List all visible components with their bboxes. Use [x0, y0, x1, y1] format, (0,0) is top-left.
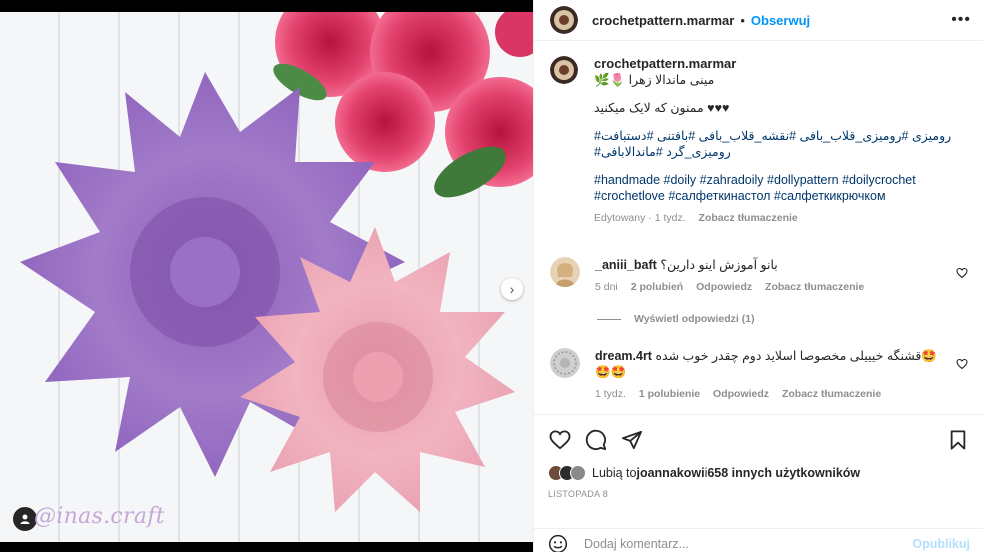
see-translation-link[interactable]: Zobacz tłumaczenie — [765, 281, 864, 293]
caption-line-1: مینی ماندالا زهرا 🌷🌿 — [594, 73, 715, 87]
commenter-avatar[interactable] — [550, 348, 580, 378]
follow-button[interactable]: Obserwuj — [751, 13, 810, 28]
comment-text-continued: 🤩🤩 — [595, 365, 627, 379]
comment-icon[interactable] — [584, 429, 608, 451]
caption-edited-time: Edytowany · 1 tydz. — [594, 212, 686, 224]
comment-time: 5 dni — [595, 281, 618, 293]
publish-button[interactable]: Opublikuj — [912, 537, 970, 551]
divider-line — [597, 318, 621, 320]
watermark-text: @inas.craft — [34, 504, 165, 529]
avatar — [570, 465, 586, 481]
liker-avatars[interactable] — [548, 465, 586, 481]
liker-username[interactable]: joannakowi — [636, 466, 704, 480]
post-photo[interactable]: › — [0, 12, 533, 542]
share-icon[interactable] — [620, 429, 644, 451]
post-date: LISTOPADA 8 — [548, 489, 608, 499]
caption-hashtags-en-1[interactable]: #handmade #doily #zahradoily #dollypatte… — [594, 172, 954, 188]
post-media: › @inas.craft — [0, 0, 533, 552]
author-username[interactable]: crochetpattern.marmar — [592, 13, 734, 28]
heart-icon[interactable] — [956, 358, 968, 373]
caption-hashtags-fa-1[interactable]: رومیزی #رومیزی_قلاب_بافی #نقشه_قلاب_بافی… — [594, 128, 954, 144]
comment-item: dream.4rt 🤩قشنگه خیییلی مخصوصا اسلاید دو… — [550, 348, 970, 402]
comment-username[interactable]: _aniii_baft — [595, 258, 657, 272]
caption-username[interactable]: crochetpattern.marmar — [594, 56, 954, 72]
doily-photo — [0, 12, 533, 542]
caption-hashtags-fa-2[interactable]: رومیزی_گرد #ماندالابافی# — [594, 144, 954, 160]
heart-icon[interactable] — [548, 429, 572, 451]
post-sidebar: crochetpattern.marmar • Obserwuj ••• cro… — [533, 0, 983, 552]
caption-hashtags-en-2[interactable]: #crochetlove #салфеткинастол #салфеткикр… — [594, 188, 954, 204]
post-header: crochetpattern.marmar • Obserwuj ••• — [534, 0, 983, 41]
emoji-icon[interactable] — [548, 534, 568, 552]
more-icon[interactable]: ••• — [951, 11, 971, 29]
see-translation-link[interactable]: Zobacz tłumaczenie — [782, 388, 881, 400]
reply-button[interactable]: Odpowiedz — [696, 281, 752, 293]
separator-dot: • — [740, 12, 745, 28]
see-translation-link[interactable]: Zobacz tłumaczenie — [699, 212, 798, 224]
comment-input[interactable]: Dodaj komentarz... — [584, 537, 689, 551]
comment-likes[interactable]: 1 polubienie — [639, 388, 700, 400]
author-avatar[interactable] — [550, 6, 578, 34]
commenter-avatar[interactable] — [550, 257, 580, 287]
action-icons — [548, 429, 970, 451]
author-avatar[interactable] — [550, 56, 578, 84]
comment-item: _aniii_baft بانو آموزش اینو دارین؟ 5 dni… — [550, 257, 970, 295]
bookmark-icon[interactable] — [946, 429, 970, 451]
comment-composer: Dodaj komentarz... Opublikuj — [534, 528, 983, 552]
comment-text: 🤩قشنگه خیییلی مخصوصا اسلاید دوم چقدر خوب… — [655, 349, 937, 363]
actions-section: Lubią to joannakowi i 658 innych użytkow… — [534, 414, 983, 552]
heart-icon[interactable] — [956, 267, 968, 282]
comment-time: 1 tydz. — [595, 388, 626, 400]
comments-section: crochetpattern.marmar مینی ماندالا زهرا … — [534, 42, 983, 414]
chevron-right-icon[interactable]: › — [501, 278, 523, 300]
likes-prefix: Lubią to — [592, 466, 637, 480]
comment-username[interactable]: dream.4rt — [595, 349, 652, 363]
caption-line-2: ♥♥♥ ممنون که لایک میکنید — [594, 101, 730, 115]
comment-likes[interactable]: 2 polubień — [631, 281, 684, 293]
view-replies-button[interactable]: Wyświetl odpowiedzi (1) — [597, 313, 755, 325]
caption: crochetpattern.marmar مینی ماندالا زهرا … — [550, 56, 968, 226]
likes-count[interactable]: 658 innych użytkowników — [707, 466, 860, 480]
view-replies-label[interactable]: Wyświetl odpowiedzi (1) — [634, 313, 755, 325]
comment-text: بانو آموزش اینو دارین؟ — [660, 258, 778, 272]
likes-summary: Lubią to joannakowi i 658 innych użytkow… — [548, 465, 970, 481]
reply-button[interactable]: Odpowiedz — [713, 388, 769, 400]
